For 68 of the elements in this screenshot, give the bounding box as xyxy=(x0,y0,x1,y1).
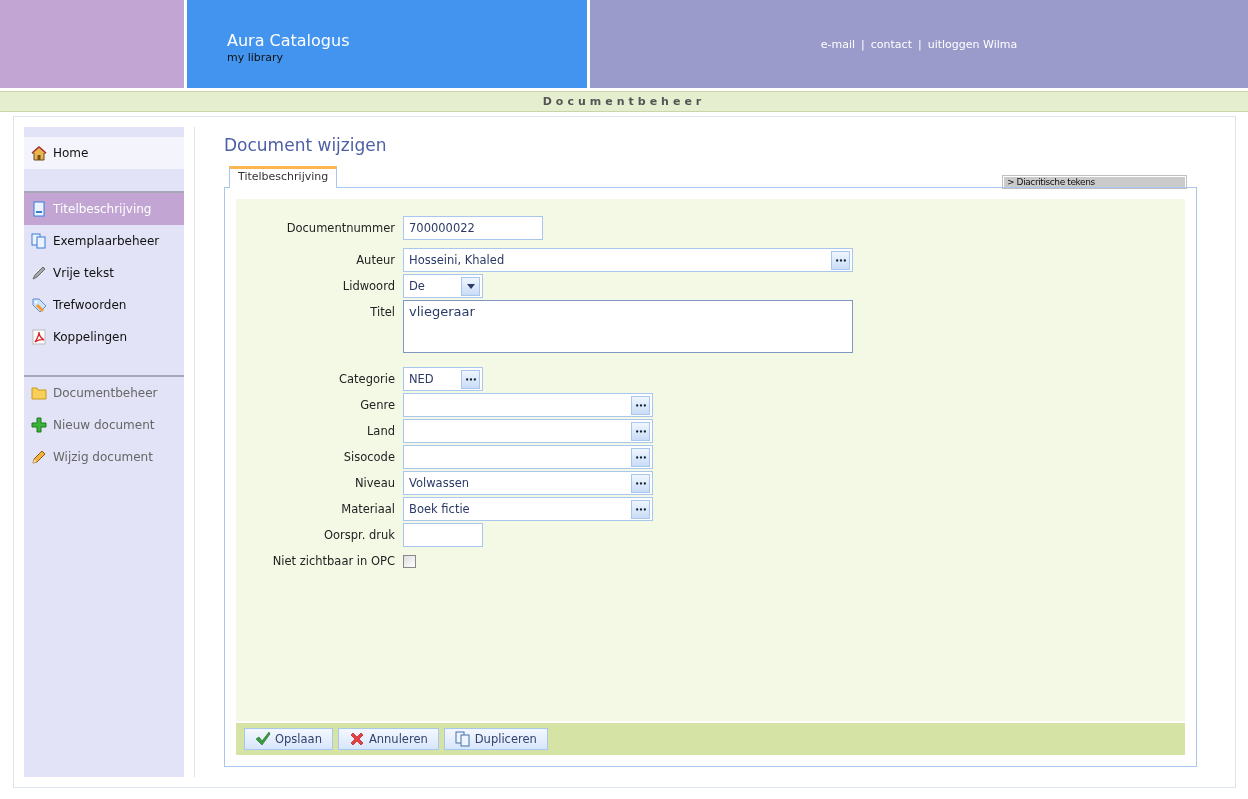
folder-icon xyxy=(31,385,47,401)
tab[interactable]: Titelbeschrijving xyxy=(229,166,338,188)
field-label: Oorspr. druk xyxy=(322,527,396,544)
action-button[interactable]: Dupliceren xyxy=(443,728,548,750)
ellipsis-icon xyxy=(635,455,646,459)
action-button[interactable]: Opslaan xyxy=(244,728,333,750)
house-icon xyxy=(31,145,47,161)
documents-icon xyxy=(31,233,47,249)
app-title: Aura Catalogus xyxy=(227,31,351,51)
pencil-icon xyxy=(31,449,47,465)
field-label: Sisocode xyxy=(342,449,396,466)
section-title-bar: Documentbeheer xyxy=(0,91,1248,112)
ellipsis-button[interactable] xyxy=(631,447,650,467)
field-label: Niet zichtbaar in OPC xyxy=(271,553,396,570)
field-label: Categorie xyxy=(338,371,396,388)
app-subtitle: my library xyxy=(227,51,285,64)
lookup-field[interactable] xyxy=(403,419,653,443)
ellipsis-button[interactable] xyxy=(631,421,650,441)
text-field[interactable]: 700000022 xyxy=(403,216,543,240)
ellipsis-button[interactable] xyxy=(631,499,650,519)
ellipsis-icon xyxy=(465,377,476,381)
sidebar-item[interactable]: Home xyxy=(24,137,184,169)
lookup-field[interactable]: Hosseini, Khaled xyxy=(403,248,853,272)
document-icon xyxy=(31,201,47,217)
page-title: Document wijzigen xyxy=(224,135,388,157)
link-separator: | xyxy=(861,37,865,51)
ellipsis-button[interactable] xyxy=(631,395,650,415)
pdf-icon xyxy=(31,329,47,345)
sidebar-item[interactable]: Koppelingen xyxy=(24,321,184,353)
lookup-field[interactable]: NED xyxy=(403,367,483,391)
ellipsis-icon xyxy=(635,481,646,485)
dropdown[interactable]: De xyxy=(403,274,483,298)
field-label: Auteur xyxy=(355,252,396,269)
text-area[interactable]: vliegeraar xyxy=(403,300,853,353)
sidebar-item[interactable]: Trefwoorden xyxy=(24,289,184,321)
tag-icon xyxy=(31,297,47,313)
field-label: Documentnummer xyxy=(285,220,396,237)
documents-icon xyxy=(454,731,471,747)
plus-icon xyxy=(31,417,47,433)
dropdown-button[interactable] xyxy=(461,276,480,296)
sidebar-item[interactable]: Vrije tekst xyxy=(24,257,184,289)
field-label: Titel xyxy=(369,304,396,321)
text-field[interactable] xyxy=(403,523,483,547)
lookup-field[interactable]: Boek fictie xyxy=(403,497,653,521)
caret-icon xyxy=(466,283,475,289)
ellipsis-button[interactable] xyxy=(631,473,650,493)
lookup-field[interactable] xyxy=(403,393,653,417)
action-button[interactable]: Annuleren xyxy=(337,728,439,750)
ellipsis-button[interactable] xyxy=(461,369,480,389)
pen-icon xyxy=(31,265,47,281)
ellipsis-icon xyxy=(835,258,846,262)
ellipsis-icon xyxy=(635,403,646,407)
field-label: Materiaal xyxy=(340,501,396,518)
lookup-field[interactable]: Volwassen xyxy=(403,471,653,495)
link-separator: | xyxy=(917,37,922,51)
checkbox[interactable] xyxy=(403,555,416,568)
sidebar-item[interactable]: Exemplaarbeheer xyxy=(24,225,184,257)
diacritics-toggle[interactable]: > Diacritische tekens xyxy=(1002,175,1187,189)
field-label: Lidwoord xyxy=(341,278,396,295)
cross-icon xyxy=(348,731,365,747)
lookup-field[interactable] xyxy=(403,445,653,469)
ellipsis-icon xyxy=(635,429,646,433)
ellipsis-button[interactable] xyxy=(831,250,850,270)
ellipsis-icon xyxy=(635,507,646,511)
check-icon xyxy=(255,731,271,747)
field-label: Niveau xyxy=(354,475,396,492)
field-label: Land xyxy=(365,423,396,440)
field-label: Genre xyxy=(359,397,396,414)
